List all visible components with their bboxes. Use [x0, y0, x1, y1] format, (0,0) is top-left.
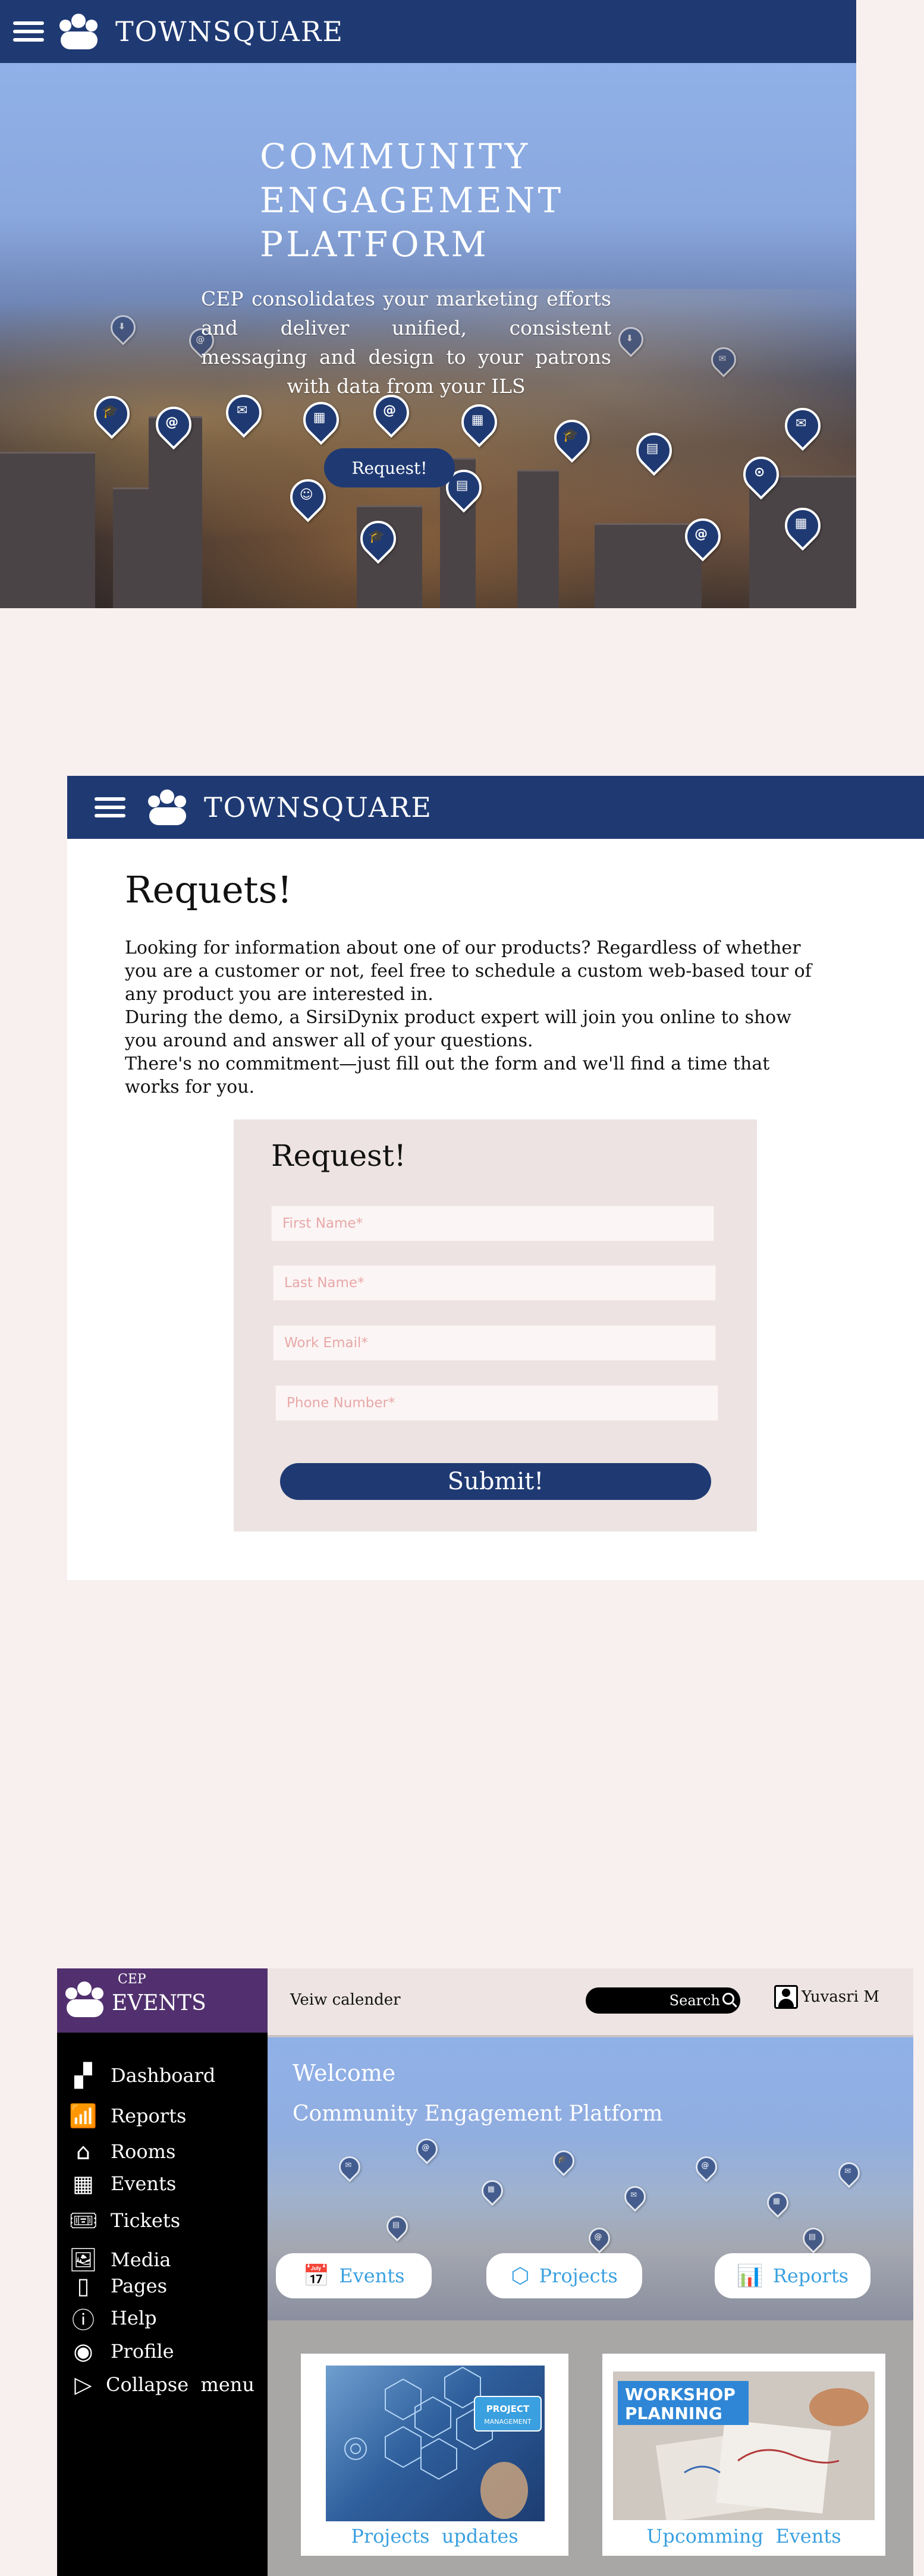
sidebar-item-pages[interactable]: ▯ Pages [67, 2273, 167, 2299]
welcome-banner: ✉ @ ▦ 🎓 ✉ @ ▦ ✉ ▤ @ ▤ Welcome Community … [268, 2037, 913, 2320]
dashboard-main: Veiw calender Search Yuvasri M ✉ @ ▦ 🎓 ✉… [268, 1968, 913, 2576]
search-icon [722, 1993, 734, 2005]
events-shortcut-button[interactable]: 📅 Events [276, 2253, 432, 2298]
sidebar-item-help[interactable]: ⓘ Help [67, 2305, 157, 2333]
user-avatar-icon [774, 1985, 798, 2009]
submit-button[interactable]: Submit! [280, 1463, 711, 1500]
profile-icon: ◉ [73, 2338, 93, 2364]
landing-section: TOWNSQUARE ⬇ @ ⬇ ✉ 🎓 @ ✉ ▦ @ ▦ 🎓 ▤ ✉ ⊙ ☺… [0, 0, 856, 608]
search-button[interactable]: Search [586, 1987, 740, 2014]
sidebar-item-collapse-menu[interactable]: ▷ Collapse menu [67, 2371, 254, 2398]
workshop-planning-image: WORKSHOP PLANNING [613, 2371, 875, 2520]
collapse-icon: ▷ [74, 2371, 92, 2398]
help-icon: ⓘ [71, 2307, 95, 2333]
request-form: Request! Submit! [234, 1119, 757, 1531]
project-management-image: PROJECT MANAGEMENT [326, 2366, 545, 2521]
sidebar-item-dashboard[interactable]: ▞ Dashboard [67, 2062, 215, 2089]
svg-text:MANAGEMENT: MANAGEMENT [484, 2418, 532, 2426]
last-name-field[interactable] [273, 1265, 716, 1301]
sidebar-item-media[interactable]: 🖼 Media [67, 2247, 171, 2273]
sidebar-item-rooms[interactable]: ⌂ Rooms [67, 2138, 175, 2165]
reports-icon: 📶 [69, 2102, 98, 2129]
dashboard-icon: ▞ [74, 2062, 92, 2089]
view-calendar-link[interactable]: Veiw calender [290, 1991, 401, 2009]
landing-navbar: TOWNSQUARE [0, 0, 856, 63]
svg-text:PLANNING: PLANNING [625, 2404, 722, 2423]
sidebar-item-profile[interactable]: ◉ Profile [67, 2338, 174, 2364]
user-profile[interactable]: Yuvasri M [774, 1985, 879, 2009]
sidebar-item-events[interactable]: ▦ Events [67, 2171, 176, 2197]
sidebar-item-tickets[interactable]: 🎟 Tickets [67, 2207, 180, 2234]
hamburger-menu-icon[interactable] [13, 21, 44, 42]
upcoming-events-caption: Upcomming Events [646, 2525, 841, 2547]
brand-name[interactable]: TOWNSQUARE [204, 791, 432, 823]
request-navbar: TOWNSQUARE [67, 776, 924, 839]
cube-icon: ⬡ [511, 2263, 530, 2288]
brand-name[interactable]: TOWNSQUARE [115, 15, 344, 48]
svg-text:PROJECT: PROJECT [486, 2404, 530, 2414]
projects-shortcut-button[interactable]: ⬡ Projects [486, 2253, 642, 2298]
calendar-icon: 📅 [303, 2264, 330, 2288]
hero-title: COMMUNITY ENGAGEMENT PLATFORM [260, 136, 564, 265]
calendar-icon: ▦ [73, 2171, 94, 2197]
sidebar: CEP EVENTS ▞ Dashboard 📶 Reports ⌂ Rooms… [57, 1968, 268, 2576]
media-icon: 🖼 [68, 2246, 98, 2273]
platform-subtitle: Community Engagement Platform [293, 2102, 663, 2126]
bar-chart-icon: 📊 [736, 2264, 763, 2288]
svg-text:WORKSHOP: WORKSHOP [625, 2385, 736, 2404]
form-title: Request! [271, 1138, 406, 1173]
townsquare-logo-icon [148, 790, 187, 825]
request-description: Looking for information about one of our… [125, 938, 812, 1097]
reports-shortcut-button[interactable]: 📊 Reports [715, 2253, 870, 2298]
tickets-icon: 🎟 [68, 2207, 98, 2234]
dashboard: CEP EVENTS ▞ Dashboard 📶 Reports ⌂ Rooms… [57, 1968, 913, 2576]
sidebar-item-reports[interactable]: 📶 Reports [67, 2103, 186, 2129]
dashboard-topbar: Veiw calender Search Yuvasri M [268, 1968, 913, 2037]
projects-updates-card[interactable]: PROJECT MANAGEMENT Projects updates [301, 2354, 568, 2556]
hero-banner: ⬇ @ ⬇ ✉ 🎓 @ ✉ ▦ @ ▦ 🎓 ▤ ✉ ⊙ ☺ ▤ 🎓 @ ▦ CO… [0, 63, 856, 608]
workshop-graphic: WORKSHOP PLANNING [613, 2371, 875, 2520]
request-page-title: Requets! [125, 868, 293, 911]
phone-number-field[interactable] [275, 1385, 718, 1421]
rooms-icon: ⌂ [76, 2138, 91, 2165]
cep-events-logo[interactable]: CEP EVENTS [57, 1968, 268, 2033]
request-page: TOWNSQUARE Requets! Looking for informat… [67, 776, 924, 1580]
hero-description: CEP consolidates your marketing efforts … [201, 287, 611, 398]
cep-logo-icon [65, 1981, 105, 2017]
work-email-field[interactable] [273, 1325, 716, 1361]
townsquare-logo-icon [59, 14, 99, 49]
projects-updates-caption: Projects updates [351, 2525, 518, 2547]
request-button[interactable]: Request! [324, 448, 455, 487]
project-hexagons-graphic: PROJECT MANAGEMENT [344, 2366, 542, 2519]
welcome-text: Welcome [293, 2060, 396, 2086]
pages-icon: ▯ [77, 2273, 90, 2299]
hamburger-menu-icon[interactable] [95, 797, 125, 817]
upcoming-events-card[interactable]: WORKSHOP PLANNING Upcomming Events [602, 2354, 885, 2556]
first-name-field[interactable] [271, 1206, 714, 1241]
